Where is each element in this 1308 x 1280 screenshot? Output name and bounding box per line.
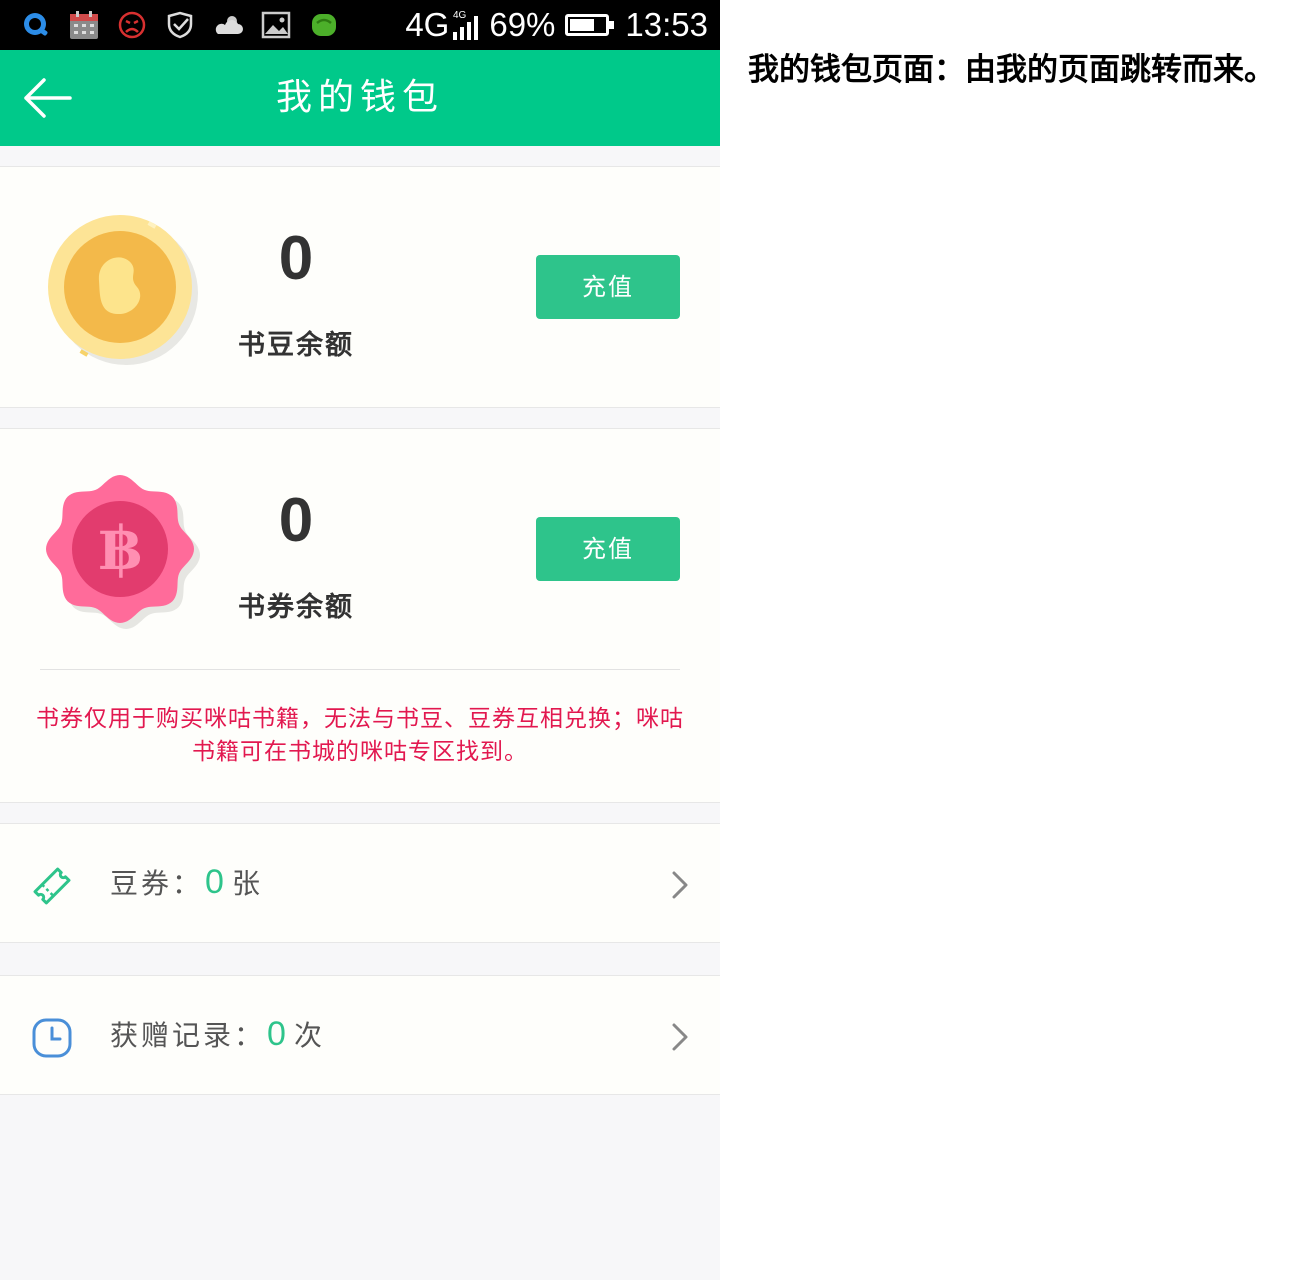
bean-balance-value: 0	[278, 224, 314, 293]
voucher-notice: 书券仅用于购买咪咕书籍，无法与书豆、豆券互相兑换；咪咕书籍可在书城的咪咕专区找到…	[36, 706, 684, 765]
bean-recharge-button[interactable]: 充值	[536, 255, 680, 319]
ticket-icon	[33, 867, 71, 905]
green-app-icon	[308, 9, 340, 41]
calendar-icon	[68, 9, 100, 41]
network-indicator: 4G 4G	[405, 6, 481, 44]
notification-icons	[20, 9, 340, 41]
bean-coupon-row[interactable]: 豆券： 0 张	[0, 823, 720, 943]
gift-record-text: 获赠记录： 0 次	[110, 1014, 325, 1054]
voucher-balance-value: 0	[278, 486, 314, 555]
voucher-balance-label: 书券余额	[238, 592, 354, 623]
page-title: 我的钱包	[275, 77, 444, 118]
cloud-icon	[212, 9, 244, 41]
bean-coupon-unit: 张	[231, 867, 263, 900]
baht-badge-icon: ฿	[46, 475, 200, 629]
bean-balance-card: 0 书豆余额 充值	[0, 166, 720, 408]
voucher-balance-card: ฿ 0 书券余额 充值 书券仅用于购买咪咕书籍，无法与书豆、豆券互相兑换；咪咕书…	[0, 428, 720, 803]
bean-coin-icon	[48, 215, 198, 365]
page-caption: 我的钱包页面：由我的页面跳转而来。	[748, 52, 1275, 88]
gift-record-label: 获赠记录：	[110, 1019, 266, 1052]
bean-balance-label: 书豆余额	[238, 330, 354, 361]
gift-record-unit: 次	[293, 1019, 325, 1052]
chevron-right-icon	[672, 871, 688, 899]
clock-icon	[32, 1018, 72, 1058]
divider	[40, 669, 680, 670]
q-app-icon	[20, 9, 52, 41]
phone-screen: 4G 4G 69% 13:53 我的钱包 0 书豆余额 充值 ฿ 0 书券余额 …	[0, 0, 720, 1280]
clock: 13:53	[625, 6, 708, 43]
signal-icon: 4G	[453, 10, 479, 40]
status-right: 4G 4G 69% 13:53	[405, 6, 708, 44]
gift-record-row[interactable]: 获赠记录： 0 次	[0, 975, 720, 1095]
shield-check-icon	[164, 9, 196, 41]
bean-coupon-label: 豆券：	[110, 867, 204, 900]
sad-face-icon	[116, 9, 148, 41]
battery-icon	[565, 14, 615, 36]
network-badge: 4G	[453, 10, 467, 21]
battery-percent: 69%	[489, 6, 556, 43]
svg-text:฿: ฿	[99, 514, 141, 584]
status-bar: 4G 4G 69% 13:53	[0, 0, 720, 50]
bean-coupon-count: 0	[205, 863, 224, 901]
gift-record-count: 0	[267, 1015, 286, 1053]
network-label: 4G	[405, 6, 450, 43]
bean-coupon-text: 豆券： 0 张	[110, 862, 263, 902]
app-bar: 我的钱包	[0, 50, 720, 146]
image-icon	[260, 9, 292, 41]
chevron-right-icon	[672, 1023, 688, 1051]
voucher-recharge-button[interactable]: 充值	[536, 517, 680, 581]
